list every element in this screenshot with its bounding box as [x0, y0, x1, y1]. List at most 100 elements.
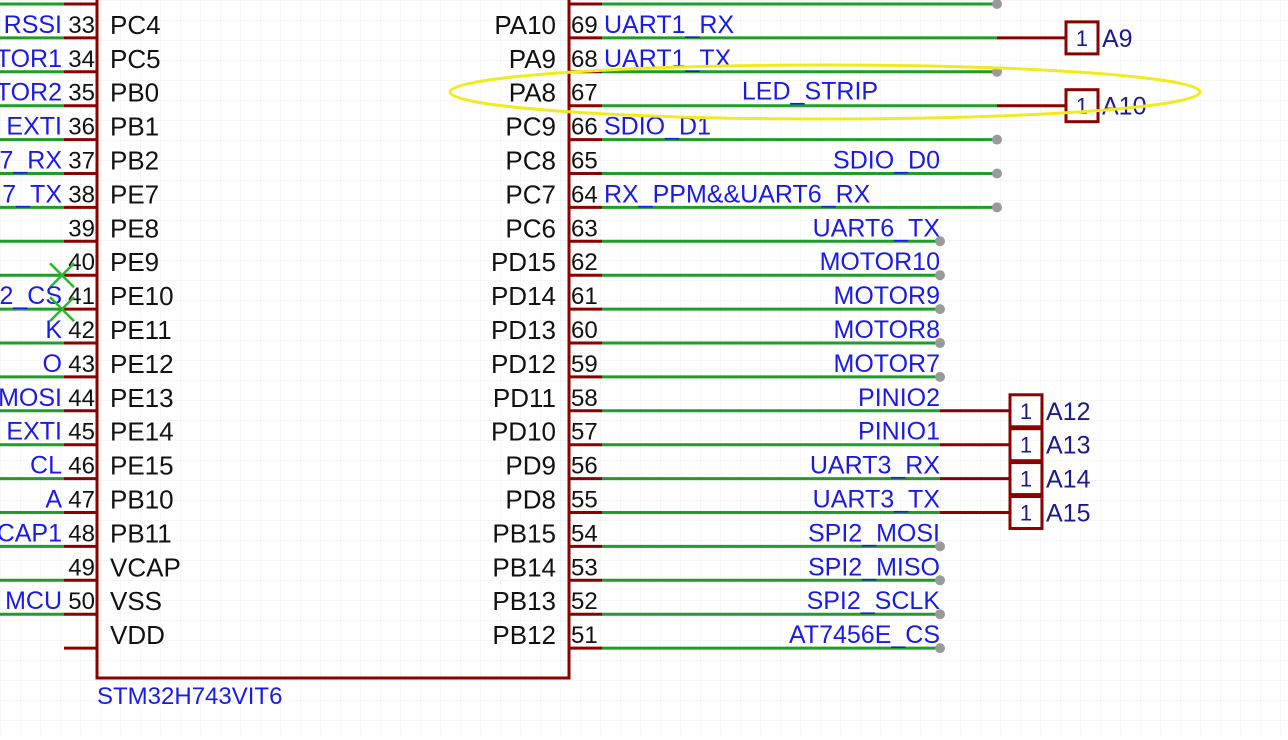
- right-pin-pc6-net-label[interactable]: UART6_TX: [813, 214, 941, 242]
- left-pin-pe12-net-label[interactable]: O: [43, 350, 62, 378]
- left-pin-vss-name: VSS: [110, 586, 162, 616]
- right-pin-pd8-net-label[interactable]: UART3_TX: [813, 486, 941, 514]
- left-pin-pb1-name: PB1: [110, 112, 159, 142]
- right-pin-pc8-wire-end-node[interactable]: [992, 168, 1002, 179]
- right-pin-pb14-net-label[interactable]: SPI2_MISO: [808, 553, 940, 581]
- connector-a12-designator: A12: [1046, 398, 1090, 426]
- right-pin-pd15-name: PD15: [491, 247, 556, 277]
- right-pin-pc7-net-label[interactable]: RX_PPM&&UART6_RX: [604, 180, 871, 208]
- left-pin-pb2-net-label[interactable]: 7_RX: [0, 147, 62, 175]
- connector-a14-pin-number: 1: [1020, 467, 1032, 492]
- right-pin-pc8-net-label[interactable]: SDIO_D0: [833, 147, 940, 175]
- right-pin-pc6-number: 63: [571, 215, 598, 242]
- right-pin-pc7-name: PC7: [505, 179, 556, 209]
- left-pin-pe8-number: 39: [68, 215, 95, 242]
- left-pin-pc4-name: PC4: [110, 10, 161, 40]
- right-pin-pa11-number: 69: [571, 0, 598, 5]
- right-pin-pa10-number: 69: [571, 12, 598, 39]
- right-pin-pa8-number: 67: [571, 80, 598, 107]
- left-pin-pb11-net-label[interactable]: CAP1: [0, 519, 62, 547]
- connector-a14-designator: A14: [1046, 466, 1091, 494]
- part-name-label: STM32H743VIT6: [97, 683, 282, 710]
- left-pin-pe13-net-label[interactable]: MOSI: [0, 384, 62, 412]
- left-pin-pb10-net-label[interactable]: A: [45, 486, 62, 514]
- right-pin-pb15-name: PB15: [492, 518, 556, 548]
- connector-a9-designator: A9: [1102, 25, 1133, 53]
- right-pin-pd15-net-label[interactable]: MOTOR10: [820, 248, 940, 276]
- left-pin-pc5-number: 34: [68, 46, 95, 73]
- left-pin-pb10-number: 47: [68, 487, 95, 514]
- right-pin-pd14-net-label[interactable]: MOTOR9: [834, 282, 941, 310]
- right-pin-pb15-net-label[interactable]: SPI2_MOSI: [808, 519, 940, 547]
- left-pin-pa7-net-label[interactable]: AIRS: [4, 0, 62, 5]
- schematic-svg: 32 PA7 AIRS 33 PC4 RSSI34 PC5 TOR135 PB0 TOR236 PB…: [0, 0, 1288, 735]
- right-pin-pc9-number: 66: [571, 114, 598, 141]
- left-pin-pe15-number: 46: [68, 453, 95, 480]
- right-pin-pc9-wire-end-node[interactable]: [992, 134, 1002, 145]
- left-pin-pc5-net-label[interactable]: TOR1: [0, 45, 62, 73]
- left-pin-pb0-number: 35: [68, 80, 95, 107]
- left-pin-pe9-name: PE9: [110, 247, 159, 277]
- right-pin-pd11-name: PD11: [493, 383, 556, 413]
- left-pin-pc4-net-label[interactable]: RSSI: [4, 11, 62, 39]
- left-pin-vss-net-label[interactable]: MCU: [5, 587, 62, 615]
- left-pin-vcap-number: 49: [68, 554, 95, 581]
- left-pin-pb2-name: PB2: [110, 146, 159, 176]
- right-pin-pc9-name: PC9: [505, 112, 556, 142]
- left-pin-pb0-name: PB0: [110, 78, 159, 108]
- right-pin-pb12-net-label[interactable]: AT7456E_CS: [789, 621, 940, 649]
- right-pin-pd13-number: 60: [571, 317, 598, 344]
- left-pin-pe11-name: PE11: [110, 315, 172, 345]
- left-pin-pb11-number: 48: [68, 520, 95, 547]
- left-pin-pe15-net-label[interactable]: CL: [30, 452, 62, 480]
- right-pin-pa10-net-label[interactable]: UART1_RX: [604, 11, 734, 39]
- right-pin-pc7-wire-end-node[interactable]: [992, 202, 1002, 213]
- right-pin-pc7-number: 64: [571, 181, 598, 208]
- connector-a13-designator: A13: [1046, 432, 1090, 460]
- right-pin-pa11-name: PA11: [496, 0, 556, 6]
- left-pin-pe15-name: PE15: [110, 451, 174, 481]
- right-pin-pd10-number: 57: [571, 419, 598, 446]
- right-pin-pd9-net-label[interactable]: UART3_RX: [810, 452, 940, 480]
- right-pin-pd9-name: PD9: [505, 451, 556, 481]
- right-pin-pb15-number: 54: [571, 520, 598, 547]
- left-pin-pe11-net-label[interactable]: K: [45, 316, 62, 344]
- left-pin-pe14-net-label[interactable]: EXTI: [6, 418, 62, 446]
- right-pin-pb13-net-label[interactable]: SPI2_SCLK: [807, 587, 941, 615]
- right-pin-pc8-number: 65: [571, 148, 598, 175]
- right-pin-pa8-net-label[interactable]: LED_STRIP: [742, 78, 878, 106]
- right-pin-pd10-net-label[interactable]: PINIO1: [858, 418, 940, 446]
- left-pin-pc5-name: PC5: [110, 44, 161, 74]
- connector-a13-pin-number: 1: [1020, 433, 1032, 458]
- left-pin-pe10-net-label[interactable]: 2_CS: [0, 282, 62, 310]
- right-pin-pd14-number: 61: [571, 283, 598, 310]
- right-pin-pd11-net-label[interactable]: PINIO2: [858, 384, 940, 412]
- schematic-canvas[interactable]: 32 PA7 AIRS 33 PC4 RSSI34 PC5 TOR135 PB0 TOR236 PB…: [0, 0, 1288, 735]
- right-pin-pb14-number: 53: [571, 554, 598, 581]
- right-pin-pd12-number: 59: [571, 351, 598, 378]
- right-pin-pb12-name: PB12: [492, 620, 556, 650]
- left-pin-vss-number: 50: [68, 588, 95, 615]
- left-pin-pe13-name: PE13: [110, 383, 174, 413]
- right-pin-pa10-name: PA10: [494, 10, 556, 40]
- connector-a12-pin-number: 1: [1020, 399, 1032, 424]
- left-pin-pb1-net-label[interactable]: EXTI: [6, 113, 62, 141]
- connector-a10-pin-number: 1: [1076, 94, 1088, 119]
- right-pin-pb12-number: 51: [571, 622, 598, 649]
- left-pin-pb0-net-label[interactable]: TOR2: [0, 79, 62, 107]
- right-pin-pa9-number: 68: [571, 46, 598, 73]
- right-pin-pc6-name: PC6: [505, 213, 556, 243]
- right-pin-pd12-net-label[interactable]: MOTOR7: [834, 350, 941, 378]
- left-pin-vdd-name: VDD: [110, 620, 165, 650]
- right-pin-pd13-net-label[interactable]: MOTOR8: [834, 316, 941, 344]
- left-pin-pe14-number: 45: [68, 419, 95, 446]
- connector-a15-pin-number: 1: [1020, 501, 1032, 526]
- left-pin-pb11-name: PB11: [110, 518, 172, 548]
- right-pin-pa8-name: PA8: [509, 78, 556, 108]
- left-pin-pe7-net-label[interactable]: 7_TX: [2, 180, 62, 208]
- right-pin-pb13-name: PB13: [492, 586, 556, 616]
- left-pin-pe9-number: 40: [68, 249, 95, 276]
- left-pin-pe10-number: 41: [68, 283, 95, 310]
- connector-a9-pin-number: 1: [1076, 26, 1088, 51]
- right-pin-pd8-number: 55: [571, 487, 598, 514]
